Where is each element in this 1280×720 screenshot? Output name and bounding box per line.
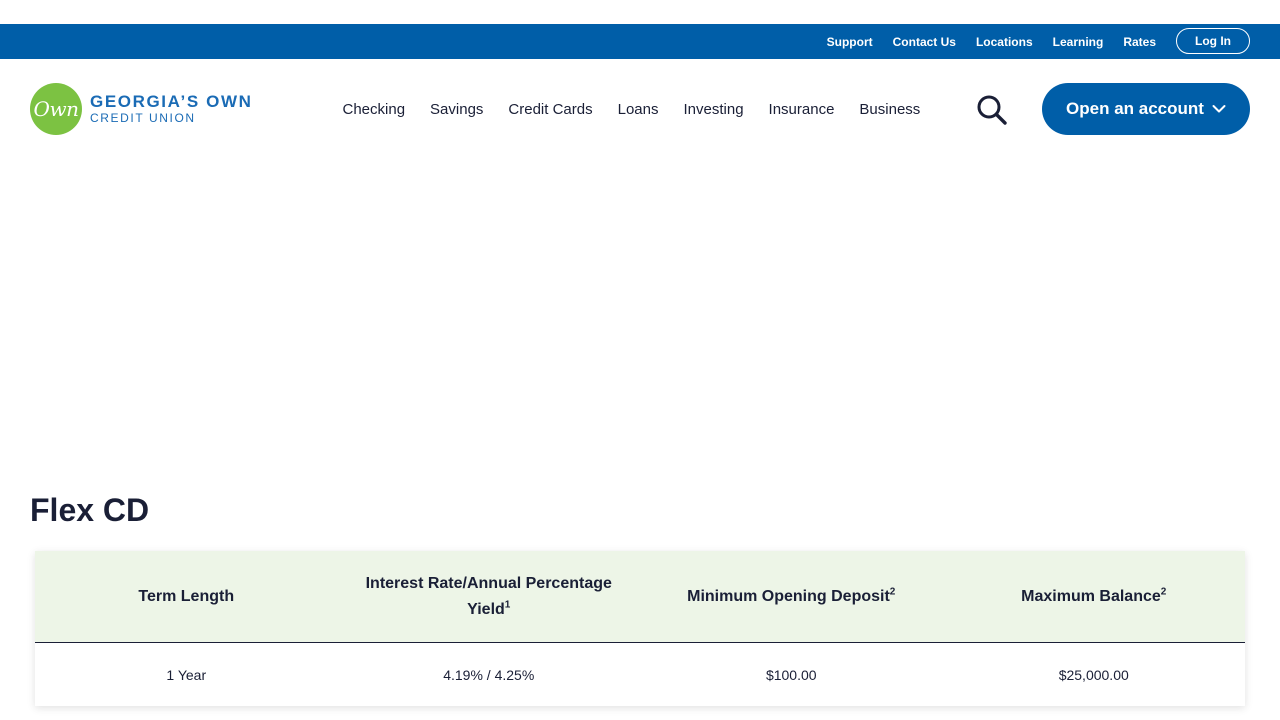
logo-subname: CREDIT UNION: [90, 111, 196, 125]
nav-item-credit-cards[interactable]: Credit Cards: [496, 101, 605, 118]
logo[interactable]: Own GEORGIA’S OWN CREDIT UNION: [30, 83, 252, 135]
cell-rate-apy: 4.19% / 4.25%: [443, 666, 535, 683]
header-min-deposit: Minimum Opening Deposit2: [687, 586, 896, 605]
utility-bar: Support Contact Us Locations Learning Ra…: [0, 24, 1280, 59]
nav-item-investing[interactable]: Investing: [671, 101, 756, 118]
search-button[interactable]: [975, 94, 1009, 126]
header-max-balance: Maximum Balance2: [1021, 586, 1167, 605]
nav-items: Checking Savings Credit Cards Loans Inve…: [330, 59, 933, 159]
nav-item-savings[interactable]: Savings: [418, 101, 496, 118]
log-in-button[interactable]: Log In: [1176, 28, 1250, 54]
table-row: 1 Year 4.19% / 4.25% $100.00 $25,000.00: [35, 643, 1245, 706]
open-account-label: Open an account: [1066, 99, 1204, 118]
support-link[interactable]: Support: [827, 35, 873, 49]
rates-table: Term Length Interest Rate/Annual Percent…: [35, 551, 1245, 706]
logo-badge: Own: [30, 83, 82, 135]
utility-links: Support Contact Us Locations Learning Ra…: [827, 24, 1156, 59]
open-account-button[interactable]: Open an account: [1042, 83, 1250, 135]
page-title: Flex CD: [30, 492, 150, 528]
chevron-down-icon: [1212, 105, 1226, 113]
rates-link[interactable]: Rates: [1123, 35, 1156, 49]
nav-item-insurance[interactable]: Insurance: [756, 101, 847, 118]
header-rate-apy: Interest Rate/Annual Percentage Yield1: [365, 574, 612, 618]
cell-max-balance: $25,000.00: [1058, 666, 1129, 683]
locations-link[interactable]: Locations: [976, 35, 1033, 49]
logo-name: GEORGIA’S OWN: [90, 92, 253, 111]
learning-link[interactable]: Learning: [1053, 35, 1104, 49]
header-term-length: Term Length: [138, 587, 235, 605]
search-icon: [977, 95, 1007, 125]
logo-text: GEORGIA’S OWN CREDIT UNION: [90, 92, 253, 126]
table-header-row: Term Length Interest Rate/Annual Percent…: [35, 551, 1245, 643]
main-nav: Own GEORGIA’S OWN CREDIT UNION Checking …: [0, 59, 1280, 159]
cell-term-length: 1 Year: [166, 666, 207, 683]
nav-item-business[interactable]: Business: [847, 101, 933, 118]
contact-us-link[interactable]: Contact Us: [893, 35, 956, 49]
cell-min-deposit: $100.00: [765, 666, 817, 683]
nav-item-checking[interactable]: Checking: [330, 101, 418, 118]
nav-item-loans[interactable]: Loans: [605, 101, 671, 118]
